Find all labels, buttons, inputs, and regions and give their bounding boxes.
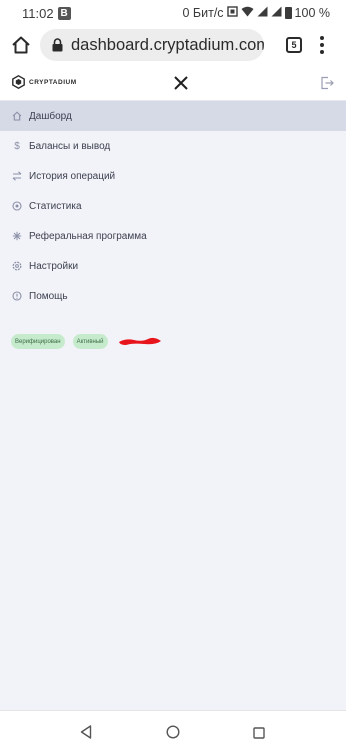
- back-icon: [80, 725, 92, 739]
- verified-badge: Верифицирован: [11, 334, 65, 349]
- signal-icon: [257, 6, 268, 20]
- swap-icon: [12, 171, 22, 181]
- menu-item-stats[interactable]: Статистика: [0, 191, 346, 221]
- battery-level: 100 %: [294, 6, 330, 20]
- active-badge: Активный: [72, 334, 108, 349]
- browser-toolbar: dashboard.cryptadium.com, 5: [0, 26, 346, 64]
- close-menu-button[interactable]: [172, 74, 190, 92]
- square-recents-icon: [253, 727, 265, 739]
- tab-switcher-button[interactable]: 5: [286, 37, 302, 53]
- account-badges: Верифицирован Активный: [11, 334, 108, 349]
- home-icon: [12, 36, 30, 54]
- menu-item-label: Балансы и вывод: [29, 140, 111, 152]
- close-icon: [174, 76, 188, 90]
- cube-logo-icon: [12, 75, 25, 89]
- brand-name: CRYPTADIUM: [29, 78, 77, 86]
- logout-button[interactable]: [320, 76, 334, 90]
- lock-icon: [52, 38, 63, 52]
- menu-item-help[interactable]: Помощь: [0, 281, 346, 311]
- brand-logo[interactable]: CRYPTADIUM: [12, 75, 77, 89]
- menu-item-label: Статистика: [29, 200, 82, 212]
- url-text: dashboard.cryptadium.com,: [71, 35, 264, 54]
- wifi-icon: [241, 6, 254, 20]
- home-icon: [12, 111, 22, 121]
- stats-icon: [12, 201, 22, 211]
- circle-home-icon: [166, 725, 180, 739]
- menu-item-label: История операций: [29, 170, 116, 182]
- address-bar[interactable]: dashboard.cryptadium.com,: [40, 29, 264, 61]
- menu-item-label: Дашборд: [29, 110, 72, 122]
- system-nav-bar: [0, 710, 346, 750]
- status-time: 11:02: [22, 5, 54, 21]
- dot-icon: [320, 43, 324, 47]
- home-button[interactable]: [10, 34, 32, 56]
- menu-item-dashboard[interactable]: Дашборд: [0, 101, 346, 131]
- browser-menu-button[interactable]: [319, 36, 325, 54]
- app-header: CRYPTADIUM: [0, 64, 346, 101]
- signal-icon-2: [271, 6, 282, 20]
- back-button[interactable]: [80, 725, 92, 739]
- menu-item-settings[interactable]: Настройки: [0, 251, 346, 281]
- menu-item-balances[interactable]: $ Балансы и вывод: [0, 131, 346, 161]
- referral-icon: [12, 231, 22, 241]
- screenshot-icon: [226, 6, 238, 20]
- menu-item-history[interactable]: История операций: [0, 161, 346, 191]
- redacted-username: [119, 337, 161, 345]
- side-menu: Дашборд $ Балансы и вывод История операц…: [0, 101, 346, 311]
- home-nav-button[interactable]: [166, 725, 180, 739]
- help-icon: [12, 291, 22, 301]
- status-bar: 11:02 B 0 Бит/с 100 %: [0, 0, 346, 26]
- dot-icon: [320, 50, 324, 54]
- net-speed: 0 Бит/с: [182, 6, 224, 20]
- menu-item-label: Реферальная программа: [29, 230, 147, 242]
- notification-badge: B: [57, 6, 71, 20]
- dot-icon: [320, 36, 324, 40]
- recents-button[interactable]: [253, 726, 265, 739]
- menu-item-referral[interactable]: Реферальная программа: [0, 221, 346, 251]
- settings-icon: [12, 261, 22, 271]
- menu-item-label: Помощь: [29, 290, 68, 302]
- battery-icon: [284, 7, 292, 19]
- dollar-icon: $: [14, 140, 20, 152]
- logout-icon: [321, 76, 334, 90]
- menu-item-label: Настройки: [29, 260, 79, 272]
